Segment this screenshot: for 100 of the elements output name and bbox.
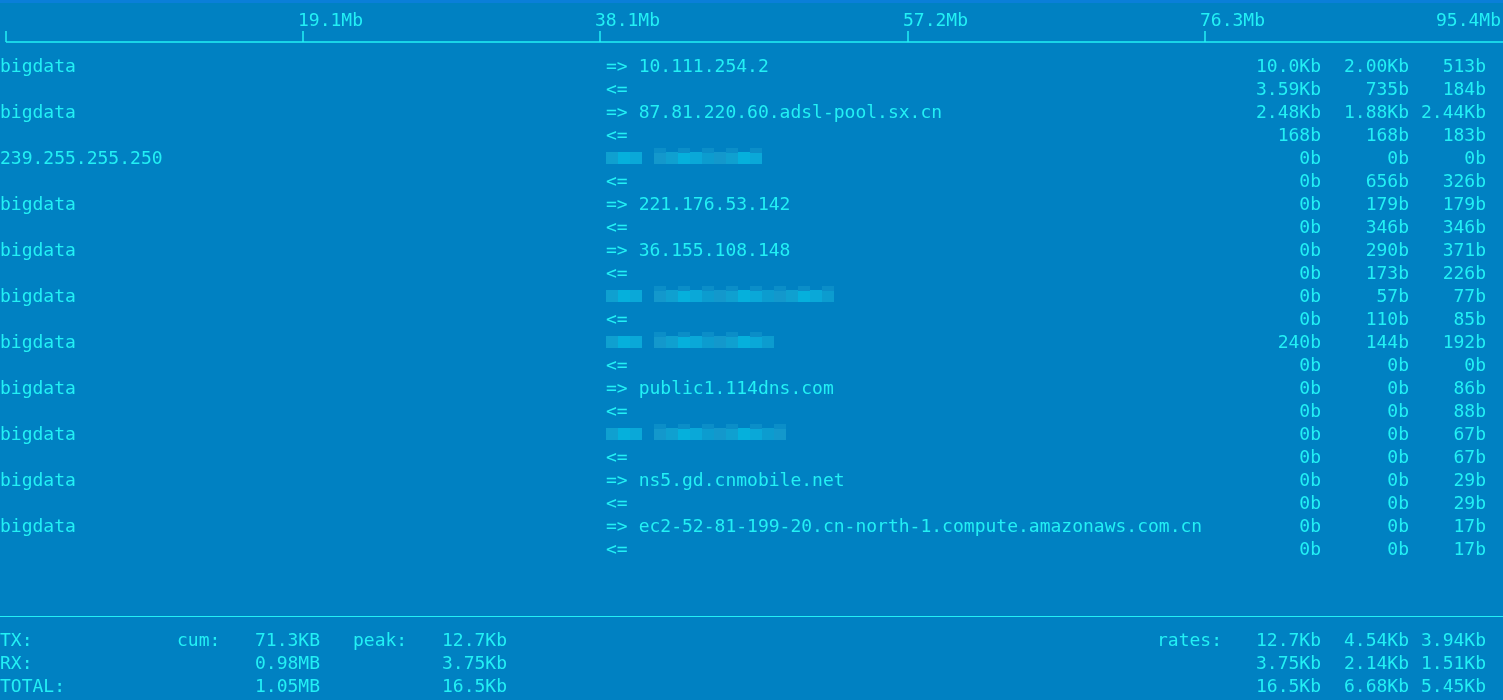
- rate-value: 67b: [1452, 445, 1486, 468]
- rate-value: 0b: [1298, 491, 1321, 514]
- rate-value: 3.75Kb: [1254, 651, 1321, 674]
- rate-value: 0b: [1386, 146, 1409, 169]
- rate-value: 0b: [1386, 445, 1409, 468]
- rate-value: 17b: [1452, 537, 1486, 560]
- host-name: bigdata: [0, 330, 76, 353]
- rate-value: 5.45Kb: [1419, 674, 1486, 697]
- rate-value: 85b: [1452, 307, 1486, 330]
- rate-value: 0b: [1298, 307, 1321, 330]
- rate-value: 57b: [1375, 284, 1409, 307]
- rates-label: rates:: [1156, 629, 1222, 650]
- rate-value: 0b: [1298, 146, 1321, 169]
- rate-value: 0b: [1386, 399, 1409, 422]
- direction-arrow: <=: [606, 261, 628, 284]
- rate-value: 346b: [1441, 215, 1486, 238]
- remote-host: ec2-52-81-199-20.cn-north-1.compute.amazonaws.com.cn: [638, 514, 1203, 537]
- rate-value: 168b: [1276, 123, 1321, 146]
- rate-value: 2.48Kb: [1254, 100, 1321, 123]
- host-name: bigdata: [0, 100, 76, 123]
- total-label: TX:: [0, 629, 33, 650]
- rate-value: 656b: [1364, 169, 1409, 192]
- rate-value: 179b: [1364, 192, 1409, 215]
- host-name: bigdata: [0, 238, 76, 261]
- rate-value: 0b: [1386, 537, 1409, 560]
- direction-arrow: <=: [606, 491, 628, 514]
- rate-value: 0b: [1298, 537, 1321, 560]
- remote-host: 10.111.254.2: [638, 54, 769, 77]
- rate-value: 2.00Kb: [1342, 54, 1409, 77]
- rate-value: 192b: [1441, 330, 1486, 353]
- direction-arrow: =>: [606, 192, 628, 215]
- total-label: RX:: [0, 652, 33, 673]
- direction-arrow: =>: [606, 376, 628, 399]
- rate-value: 735b: [1364, 77, 1409, 100]
- scale-label: 95.4Mb: [1436, 8, 1502, 31]
- rate-value: 184b: [1441, 77, 1486, 100]
- rate-value: 29b: [1452, 468, 1486, 491]
- rate-value: 371b: [1441, 238, 1486, 261]
- direction-arrow: <=: [606, 537, 628, 560]
- cum-value: 0.98MB: [254, 652, 320, 673]
- rate-value: 0b: [1298, 284, 1321, 307]
- rate-value: 0b: [1386, 376, 1409, 399]
- direction-arrow: =>: [606, 54, 628, 77]
- direction-arrow: <=: [606, 353, 628, 376]
- cum-value: 71.3KB: [254, 629, 320, 650]
- peak-label: peak:: [353, 629, 408, 650]
- peak-value: 16.5Kb: [441, 675, 507, 696]
- rate-value: 1.88Kb: [1342, 100, 1409, 123]
- rate-value: 0b: [1386, 353, 1409, 376]
- rate-value: 0b: [1298, 215, 1321, 238]
- rate-value: 77b: [1452, 284, 1486, 307]
- rate-value: 0b: [1298, 468, 1321, 491]
- direction-arrow: =>: [606, 238, 628, 261]
- host-name: bigdata: [0, 192, 76, 215]
- rate-value: 6.68Kb: [1342, 674, 1409, 697]
- scale-label: 57.2Mb: [903, 8, 969, 31]
- peak-value: 12.7Kb: [441, 629, 507, 650]
- rate-value: 179b: [1441, 192, 1486, 215]
- direction-arrow: <=: [606, 445, 628, 468]
- host-name: bigdata: [0, 376, 76, 399]
- remote-host: 221.176.53.142: [638, 192, 791, 215]
- rate-value: 0b: [1298, 422, 1321, 445]
- rate-value: 290b: [1364, 238, 1409, 261]
- rate-value: 0b: [1386, 514, 1409, 537]
- rate-value: 0b: [1386, 491, 1409, 514]
- host-name: bigdata: [0, 54, 76, 77]
- rate-value: 144b: [1364, 330, 1409, 353]
- direction-arrow: <=: [606, 169, 628, 192]
- rate-value: 0b: [1298, 169, 1321, 192]
- rate-value: 0b: [1463, 353, 1486, 376]
- total-label: TOTAL:: [0, 675, 66, 696]
- direction-arrow: =>: [606, 514, 628, 537]
- rate-value: 226b: [1441, 261, 1486, 284]
- rate-value: 10.0Kb: [1254, 54, 1321, 77]
- scale-label: 38.1Mb: [595, 8, 661, 31]
- rate-value: 0b: [1463, 146, 1486, 169]
- remote-host: ns5.gd.cnmobile.net: [638, 468, 845, 491]
- rate-value: 183b: [1441, 123, 1486, 146]
- rate-value: 29b: [1452, 491, 1486, 514]
- rate-value: 0b: [1386, 422, 1409, 445]
- cum-value: 1.05MB: [254, 675, 320, 696]
- direction-arrow: <=: [606, 307, 628, 330]
- direction-arrow: =>: [606, 468, 628, 491]
- rate-value: 168b: [1364, 123, 1409, 146]
- direction-arrow: <=: [606, 77, 628, 100]
- rate-value: 12.7Kb: [1254, 628, 1321, 651]
- scale-label: 76.3Mb: [1200, 8, 1266, 31]
- rate-value: 0b: [1298, 261, 1321, 284]
- rate-value: 88b: [1452, 399, 1486, 422]
- rate-value: 0b: [1298, 399, 1321, 422]
- host-name: bigdata: [0, 284, 76, 307]
- rate-value: 0b: [1298, 192, 1321, 215]
- remote-host: public1.114dns.com: [638, 376, 834, 399]
- rate-value: 2.14Kb: [1342, 651, 1409, 674]
- rate-value: 173b: [1364, 261, 1409, 284]
- rate-value: 2.44Kb: [1419, 100, 1486, 123]
- remote-host: 87.81.220.60.adsl-pool.sx.cn: [638, 100, 943, 123]
- host-name: bigdata: [0, 468, 76, 491]
- rate-value: 1.51Kb: [1419, 651, 1486, 674]
- rate-value: 3.94Kb: [1419, 628, 1486, 651]
